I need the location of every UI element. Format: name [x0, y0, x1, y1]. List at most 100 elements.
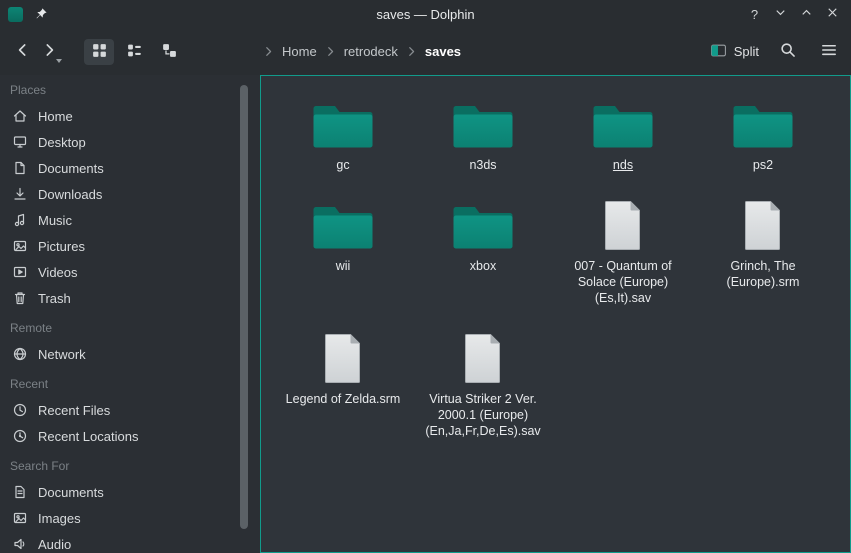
minimize-icon	[773, 5, 788, 23]
help-icon: ?	[751, 7, 758, 22]
breadcrumb-item-retrodeck[interactable]: retrodeck	[344, 44, 398, 59]
sidebar-item-audio[interactable]: Audio	[0, 531, 260, 553]
sidebar-item-documents[interactable]: Documents	[0, 155, 260, 181]
recent-files-icon	[12, 402, 28, 418]
file-item-007-quantum-of-solace-europe-es-it-sav[interactable]: 007 - Quantum of Solace (Europe) (Es,It)…	[553, 189, 693, 306]
folder-item-gc[interactable]: gc	[273, 88, 413, 173]
sidebar-item-downloads[interactable]: Downloads	[0, 181, 260, 207]
sidebar-item-music[interactable]: Music	[0, 207, 260, 233]
desktop-icon	[12, 134, 28, 150]
sidebar-item-label: Recent Locations	[38, 429, 138, 444]
sidebar-scrollbar[interactable]	[240, 85, 248, 529]
file-view: gc n3ds nds ps2 wii xbox 007 - Quantum of Sola…	[260, 75, 851, 553]
folder-icon	[733, 88, 793, 152]
sidebar-item-label: Audio	[38, 537, 71, 552]
folder-item-wii[interactable]: wii	[273, 189, 413, 306]
sidebar-item-label: Music	[38, 213, 72, 228]
file-label: Virtua Striker 2 Ver. 2000.1 (Europe) (E…	[420, 391, 546, 439]
breadcrumb-chevron-icon[interactable]	[325, 46, 336, 57]
compact-view-icon	[126, 42, 143, 62]
file-icon	[743, 189, 783, 253]
folder-item-n3ds[interactable]: n3ds	[413, 88, 553, 173]
forward-icon	[40, 41, 58, 62]
sidebar-item-recent-files[interactable]: Recent Files	[0, 397, 260, 423]
file-label: xbox	[470, 258, 496, 274]
tree-view-icon	[161, 42, 178, 62]
breadcrumb-item-home[interactable]: Home	[282, 44, 317, 59]
videos-icon	[12, 264, 28, 280]
breadcrumb-chevron-icon[interactable]	[263, 46, 274, 57]
breadcrumb: Home retrodeck saves	[263, 28, 461, 75]
split-button[interactable]: Split	[710, 42, 759, 62]
icons-view-icon	[91, 42, 108, 62]
view-mode-group	[84, 39, 184, 65]
sidebar-item-recent-locations[interactable]: Recent Locations	[0, 423, 260, 449]
places-panel: Places Home Desktop Documents Downloads Music…	[0, 75, 260, 553]
trash-icon	[12, 290, 28, 306]
folder-icon	[453, 88, 513, 152]
sidebar-item-label: Network	[38, 347, 86, 362]
breadcrumb-item-saves[interactable]: saves	[425, 44, 461, 59]
search-documents-icon	[12, 484, 28, 500]
search-audio-icon	[12, 536, 28, 552]
menu-button[interactable]	[817, 40, 841, 64]
sidebar-item-label: Home	[38, 109, 73, 124]
sidebar-item-documents[interactable]: Documents	[0, 479, 260, 505]
back-button[interactable]	[10, 39, 36, 65]
hamburger-menu-icon	[820, 41, 838, 62]
folder-item-nds[interactable]: nds	[553, 88, 693, 173]
sidebar-item-label: Downloads	[38, 187, 102, 202]
close-button[interactable]	[824, 6, 841, 23]
network-icon	[12, 346, 28, 362]
sidebar-item-videos[interactable]: Videos	[0, 259, 260, 285]
file-label: nds	[613, 157, 633, 173]
file-item-grinch-the-europe-srm[interactable]: Grinch, The (Europe).srm	[693, 189, 833, 306]
sidebar-item-desktop[interactable]: Desktop	[0, 129, 260, 155]
search-button[interactable]	[776, 40, 800, 64]
sidebar-item-label: Desktop	[38, 135, 86, 150]
file-label: n3ds	[469, 157, 496, 173]
main-area: Places Home Desktop Documents Downloads Music…	[0, 75, 851, 553]
sidebar-item-home[interactable]: Home	[0, 103, 260, 129]
documents-icon	[12, 160, 28, 176]
sidebar-section-title-search-for: Search For	[0, 453, 260, 479]
sidebar-item-images[interactable]: Images	[0, 505, 260, 531]
titlebar: saves — Dolphin ?	[0, 0, 851, 28]
sidebar-item-label: Recent Files	[38, 403, 110, 418]
file-item-virtua-striker-2-ver-2000-1-europe-en-ja-fr-de-es-sav[interactable]: Virtua Striker 2 Ver. 2000.1 (Europe) (E…	[413, 322, 553, 439]
downloads-icon	[12, 186, 28, 202]
split-label: Split	[734, 44, 759, 59]
titlebar-left	[8, 0, 48, 28]
folder-icon	[313, 88, 373, 152]
folder-item-ps2[interactable]: ps2	[693, 88, 833, 173]
home-icon	[12, 108, 28, 124]
sidebar-item-label: Pictures	[38, 239, 85, 254]
icons-view-button[interactable]	[84, 39, 114, 65]
minimize-button[interactable]	[772, 6, 789, 23]
file-icon	[463, 322, 503, 386]
file-label: Legend of Zelda.srm	[286, 391, 401, 407]
sidebar-sections: Places Home Desktop Documents Downloads Music…	[0, 77, 260, 553]
folder-icon	[593, 88, 653, 152]
file-label: gc	[336, 157, 349, 173]
forward-button[interactable]	[36, 39, 62, 65]
help-button[interactable]: ?	[746, 6, 763, 23]
compact-view-button[interactable]	[119, 39, 149, 65]
breadcrumb-chevron-icon[interactable]	[406, 46, 417, 57]
folder-item-xbox[interactable]: xbox	[413, 189, 553, 306]
dolphin-window: saves — Dolphin ? Home retrodeck saves Spl…	[0, 0, 851, 553]
app-icon	[8, 7, 23, 22]
sidebar-item-network[interactable]: Network	[0, 341, 260, 367]
pin-icon	[34, 7, 48, 21]
sidebar-item-pictures[interactable]: Pictures	[0, 233, 260, 259]
file-item-legend-of-zelda-srm[interactable]: Legend of Zelda.srm	[273, 322, 413, 439]
music-icon	[12, 212, 28, 228]
tree-view-button[interactable]	[154, 39, 184, 65]
maximize-icon	[799, 5, 814, 23]
sidebar-section-title-recent: Recent	[0, 371, 260, 397]
folder-icon	[313, 189, 373, 253]
sidebar-section-title-places: Places	[0, 77, 260, 103]
file-label: wii	[336, 258, 351, 274]
maximize-button[interactable]	[798, 6, 815, 23]
sidebar-item-trash[interactable]: Trash	[0, 285, 260, 311]
